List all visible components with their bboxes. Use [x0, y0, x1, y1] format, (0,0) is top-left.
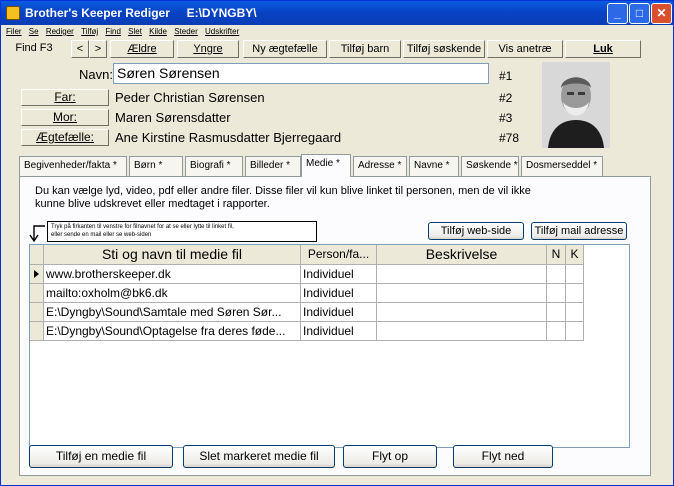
find-button[interactable]: Find F3 — [5, 40, 63, 58]
maximize-button[interactable]: □ — [629, 3, 650, 24]
media-k-cell[interactable] — [566, 265, 584, 284]
row-selector[interactable] — [30, 265, 44, 284]
row-selector[interactable] — [30, 322, 44, 341]
mother-name[interactable]: Maren Sørensdatter — [115, 110, 231, 125]
row-selector[interactable] — [30, 284, 44, 303]
column-header-description[interactable]: Beskrivelse — [377, 245, 547, 265]
minimize-button[interactable]: _ — [607, 3, 628, 24]
younger-button[interactable]: Yngre — [177, 40, 239, 58]
add-sibling-button[interactable]: Tilføj søskende — [403, 40, 485, 58]
media-k-cell[interactable] — [566, 303, 584, 322]
column-header-path[interactable]: Sti og navn til medie fil — [44, 245, 301, 265]
media-type-cell[interactable]: Individuel — [301, 303, 377, 322]
media-desc-cell[interactable] — [377, 303, 547, 322]
mother-id: #3 — [499, 111, 513, 125]
spouse-id: #78 — [499, 131, 520, 145]
name-label: Navn: — [79, 67, 113, 82]
media-hint-box: Tryk på firkanten til venstre for filnav… — [47, 221, 317, 242]
tab-notes[interactable]: Dosmerseddel * — [521, 156, 603, 176]
hint-line-1: Tryk på firkanten til venstre for filnav… — [51, 224, 234, 230]
app-window: Brother's Keeper Rediger E:\DYNGBY\ _ □ … — [0, 0, 674, 486]
media-desc-cell[interactable] — [377, 322, 547, 341]
media-path-cell[interactable]: E:\Dyngby\Sound\Optagelse fra deres føde… — [44, 322, 301, 341]
spouse-name[interactable]: Ane Kirstine Rasmusdatter Bjerregaard — [115, 130, 341, 145]
media-path-cell[interactable]: E:\Dyngby\Sound\Samtale med Søren Sør... — [44, 303, 301, 322]
father-id: #2 — [499, 91, 513, 105]
column-header-n[interactable]: N — [547, 245, 566, 265]
nav-toolbar: Find F3 < > Ældre Yngre Ny ægtefælle Til… — [1, 39, 673, 59]
menu-slet[interactable]: Slet — [128, 25, 142, 38]
add-media-file-button[interactable]: Tilføj en medie fil — [29, 445, 173, 468]
media-info-line-2: kunne blive udskrevet eller medtaget i r… — [35, 198, 270, 210]
mother-button[interactable]: Mor: — [21, 109, 109, 126]
menu-find[interactable]: Find — [105, 25, 121, 38]
media-desc-cell[interactable] — [377, 265, 547, 284]
media-type-cell[interactable]: Individuel — [301, 284, 377, 303]
tab-events[interactable]: Begivenheder/fakta * — [19, 156, 127, 176]
table-corner — [30, 245, 44, 265]
portrait-image — [542, 62, 610, 148]
down-left-arrow-icon — [29, 225, 45, 243]
close-button[interactable]: Luk — [565, 40, 641, 58]
delete-media-file-button[interactable]: Slet markeret medie fil — [183, 445, 335, 468]
tab-names[interactable]: Navne * — [409, 156, 459, 176]
father-name[interactable]: Peder Christian Sørensen — [115, 90, 265, 105]
tab-siblings[interactable]: Søskende * — [461, 156, 519, 176]
media-type-cell[interactable]: Individuel — [301, 322, 377, 341]
media-n-cell[interactable] — [547, 303, 566, 322]
add-web-page-button[interactable]: Tilføj web-side — [428, 222, 524, 240]
tab-media[interactable]: Medie * — [301, 154, 351, 177]
media-path-cell[interactable]: mailto:oxholm@bk6.dk — [44, 284, 301, 303]
media-type-cell[interactable]: Individuel — [301, 265, 377, 284]
media-path-cell[interactable]: www.brotherskeeper.dk — [44, 265, 301, 284]
menu-bar: Filer Se Rediger Tilføj Find Slet Kilde … — [1, 25, 673, 38]
new-spouse-button[interactable]: Ny ægtefælle — [243, 40, 327, 58]
show-ancestors-button[interactable]: Vis anetræ — [487, 40, 563, 58]
media-info-line-1: Du kan vælge lyd, video, pdf eller andre… — [35, 185, 531, 197]
row-pointer-icon — [34, 270, 39, 278]
media-desc-cell[interactable] — [377, 284, 547, 303]
media-k-cell[interactable] — [566, 322, 584, 341]
tab-address[interactable]: Adresse * — [353, 156, 407, 176]
menu-tilfoj[interactable]: Tilføj — [81, 25, 98, 38]
menu-udskrifter[interactable]: Udskrifter — [205, 25, 239, 38]
person-photo[interactable] — [542, 62, 610, 148]
father-button[interactable]: Far: — [21, 89, 109, 106]
older-button[interactable]: Ældre — [110, 40, 174, 58]
media-table[interactable]: Sti og navn til medie fil Person/fa... B… — [29, 244, 630, 448]
move-down-button[interactable]: Flyt ned — [453, 445, 553, 468]
spouse-button[interactable]: Ægtefælle: — [21, 129, 109, 146]
title-bar[interactable]: Brother's Keeper Rediger E:\DYNGBY\ _ □ … — [1, 1, 673, 25]
tab-pictures[interactable]: Billeder * — [245, 156, 301, 176]
name-id: #1 — [499, 69, 513, 83]
media-n-cell[interactable] — [547, 284, 566, 303]
name-input[interactable]: Søren Sørensen — [113, 63, 489, 84]
app-icon — [6, 6, 20, 20]
menu-rediger[interactable]: Rediger — [46, 25, 74, 38]
media-n-cell[interactable] — [547, 265, 566, 284]
menu-se[interactable]: Se — [29, 25, 39, 38]
move-up-button[interactable]: Flyt op — [343, 445, 437, 468]
media-n-cell[interactable] — [547, 322, 566, 341]
add-child-button[interactable]: Tilføj barn — [329, 40, 401, 58]
column-header-k[interactable]: K — [566, 245, 584, 265]
column-header-person[interactable]: Person/fa... — [301, 245, 377, 265]
tab-biography[interactable]: Biografi * — [185, 156, 243, 176]
hint-line-2: eller sende en mail eller se web-siden — [51, 232, 152, 238]
row-selector[interactable] — [30, 303, 44, 322]
media-info-text: Du kan vælge lyd, video, pdf eller andre… — [35, 185, 555, 211]
menu-filer[interactable]: Filer — [6, 25, 22, 38]
tab-children[interactable]: Børn * — [129, 156, 183, 176]
add-mail-address-button[interactable]: Tilføj mail adresse — [531, 222, 627, 240]
close-window-button[interactable]: ✕ — [651, 3, 672, 24]
menu-steder[interactable]: Steder — [174, 25, 198, 38]
window-title: Brother's Keeper Rediger E:\DYNGBY\ — [25, 6, 257, 20]
prev-button[interactable]: < — [71, 40, 89, 58]
menu-kilde[interactable]: Kilde — [149, 25, 167, 38]
next-button[interactable]: > — [89, 40, 107, 58]
media-k-cell[interactable] — [566, 284, 584, 303]
